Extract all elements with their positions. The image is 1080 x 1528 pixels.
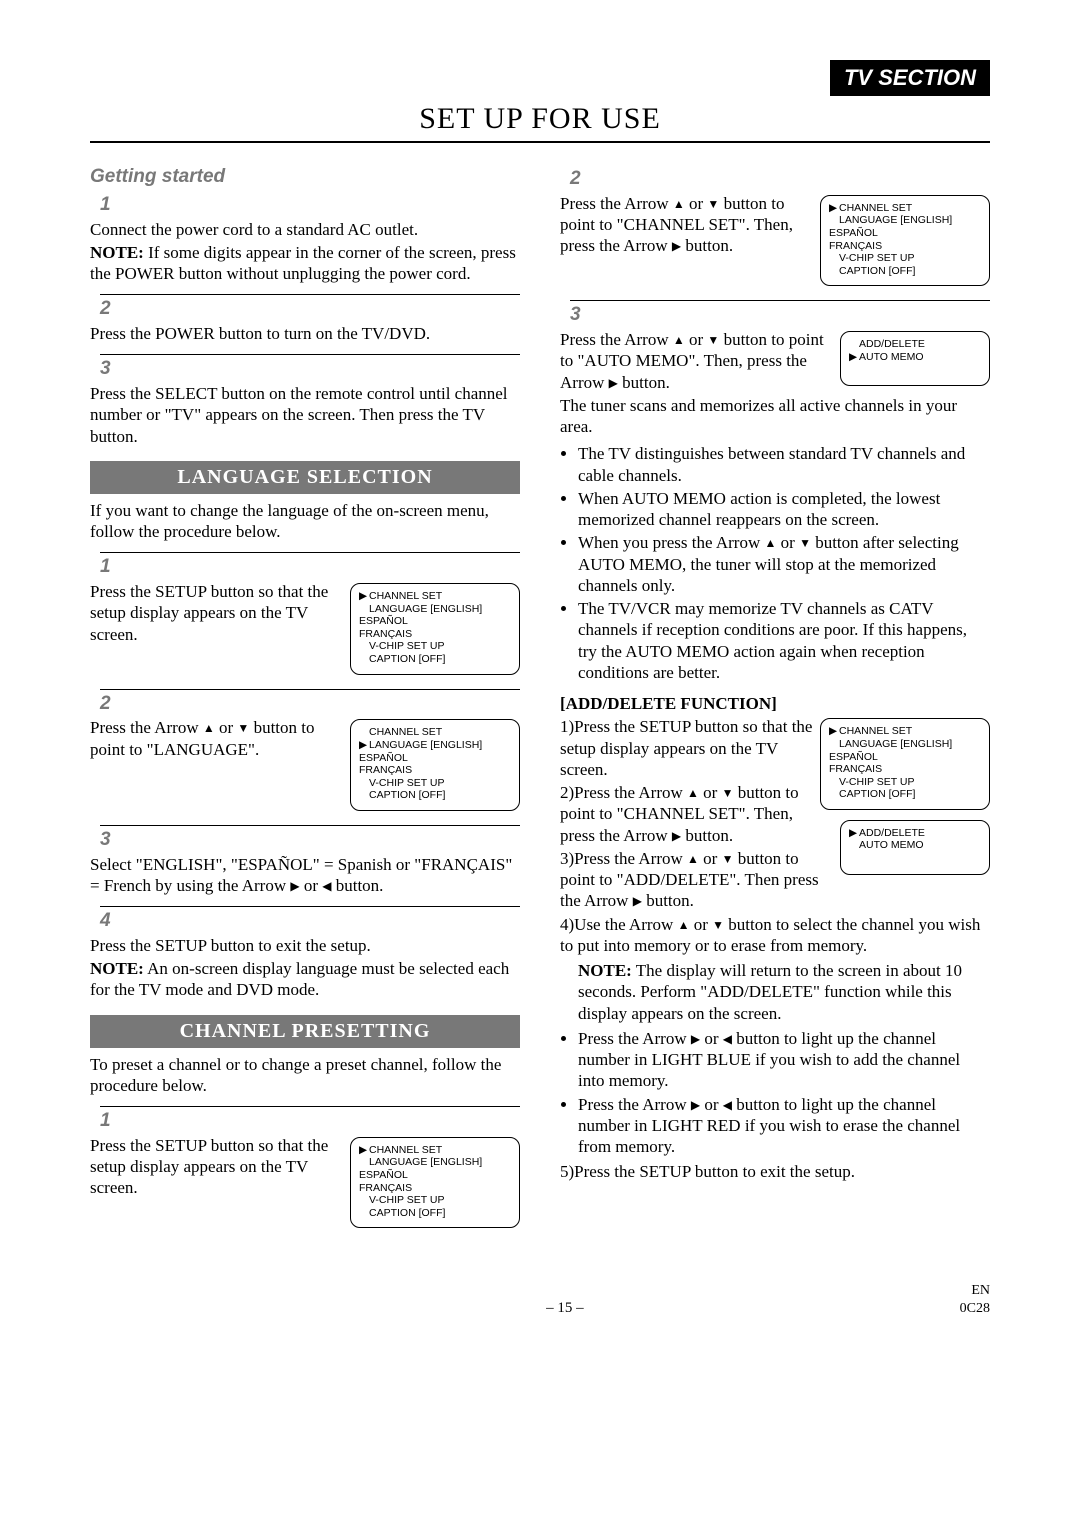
bullet-item: When you press the Arrow or button after… <box>578 532 990 596</box>
tv-section-bar: TV SECTION <box>90 60 990 96</box>
page-number: – 15 – <box>170 1299 960 1318</box>
body-text: Press the SELECT button on the remote co… <box>90 383 520 447</box>
footer-lang: EN <box>960 1282 990 1300</box>
footer-code: 0C28 <box>960 1300 990 1318</box>
bullet-item: When AUTO MEMO action is completed, the … <box>578 488 990 531</box>
body-text: 5)Press the SETUP button to exit the set… <box>560 1161 990 1182</box>
osd-setup-menu: CHANNEL SET ▶LANGUAGE [ENGLISH] ESPAÑOL … <box>350 719 520 811</box>
body-text: If you want to change the language of th… <box>90 500 520 543</box>
page-title: SET UP FOR USE <box>90 100 990 144</box>
osd-auto-memo-menu: ADD/DELETE ▶AUTO MEMO <box>840 331 990 386</box>
bullet-item: Press the Arrow or button to light up th… <box>578 1094 990 1158</box>
step-number: 2 <box>100 294 520 321</box>
body-text: Press the SETUP button to exit the setup… <box>90 935 520 956</box>
arrow-right-icon <box>290 879 299 893</box>
step-number: 1 <box>100 193 520 217</box>
add-delete-heading: [ADD/DELETE FUNCTION] <box>560 693 990 714</box>
arrow-right-icon <box>691 1032 700 1046</box>
arrow-down-icon <box>722 852 734 866</box>
body-text: 4)Use the Arrow or button to select the … <box>560 914 990 957</box>
step-number: 4 <box>100 906 520 933</box>
section-bar-language: LANGUAGE SELECTION <box>90 461 520 494</box>
osd-setup-menu: ▶CHANNEL SET LANGUAGE [ENGLISH] ESPAÑOL … <box>350 1137 520 1229</box>
arrow-right-icon <box>633 894 642 908</box>
section-bar-channel: CHANNEL PRESETTING <box>90 1015 520 1048</box>
arrow-right-icon <box>672 829 681 843</box>
step-number: 2 <box>570 167 990 191</box>
getting-started-heading: Getting started <box>90 165 520 189</box>
bullet-item: The TV/VCR may memorize TV channels as C… <box>578 598 990 683</box>
bullet-list: The TV distinguishes between standard TV… <box>560 443 990 683</box>
body-text: NOTE: The display will return to the scr… <box>578 960 990 1024</box>
osd-setup-menu: ▶CHANNEL SET LANGUAGE [ENGLISH] ESPAÑOL … <box>820 718 990 810</box>
arrow-down-icon <box>722 786 734 800</box>
arrow-up-icon <box>687 786 699 800</box>
arrow-down-icon <box>712 918 724 932</box>
arrow-up-icon <box>203 721 215 735</box>
left-column: Getting started 1 Connect the power cord… <box>90 165 520 1232</box>
arrow-down-icon <box>237 721 249 735</box>
body-text: NOTE: An on-screen display language must… <box>90 958 520 1001</box>
osd-add-delete-menu: ▶ADD/DELETE AUTO MEMO <box>840 820 990 875</box>
body-text: Press the POWER button to turn on the TV… <box>90 323 520 344</box>
arrow-up-icon <box>673 333 685 347</box>
body-text: Select "ENGLISH", "ESPAÑOL" = Spanish or… <box>90 854 520 897</box>
step-number: 3 <box>570 300 990 327</box>
tv-section-label: TV SECTION <box>830 60 990 96</box>
step-number: 1 <box>100 552 520 579</box>
step-number: 1 <box>100 1106 520 1133</box>
arrow-up-icon <box>678 918 690 932</box>
arrow-down-icon <box>707 197 719 211</box>
osd-setup-menu: ▶CHANNEL SET LANGUAGE [ENGLISH] ESPAÑOL … <box>350 583 520 675</box>
arrow-right-icon <box>609 376 618 390</box>
step-number: 3 <box>100 354 520 381</box>
body-text: NOTE: If some digits appear in the corne… <box>90 242 520 285</box>
bullet-item: The TV distinguishes between standard TV… <box>578 443 990 486</box>
arrow-left-icon <box>723 1032 732 1046</box>
arrow-right-icon <box>672 239 681 253</box>
body-text: To preset a channel or to change a prese… <box>90 1054 520 1097</box>
arrow-down-icon <box>707 333 719 347</box>
arrow-up-icon <box>765 536 777 550</box>
arrow-up-icon <box>687 852 699 866</box>
arrow-right-icon <box>691 1098 700 1112</box>
step-number: 3 <box>100 825 520 852</box>
bullet-item: Press the Arrow or button to light up th… <box>578 1028 990 1092</box>
arrow-up-icon <box>673 197 685 211</box>
arrow-down-icon <box>799 536 811 550</box>
step-number: 2 <box>100 689 520 716</box>
content-columns: Getting started 1 Connect the power cord… <box>90 165 990 1232</box>
osd-setup-menu: ▶CHANNEL SET LANGUAGE [ENGLISH] ESPAÑOL … <box>820 195 990 287</box>
right-column: 2 ▶CHANNEL SET LANGUAGE [ENGLISH] ESPAÑO… <box>560 165 990 1232</box>
bullet-list: Press the Arrow or button to light up th… <box>560 1028 990 1158</box>
page-footer: – 15 – EN 0C28 <box>90 1282 990 1317</box>
arrow-left-icon <box>723 1098 732 1112</box>
body-text: Connect the power cord to a standard AC … <box>90 219 520 240</box>
body-text: The tuner scans and memorizes all active… <box>560 395 990 438</box>
